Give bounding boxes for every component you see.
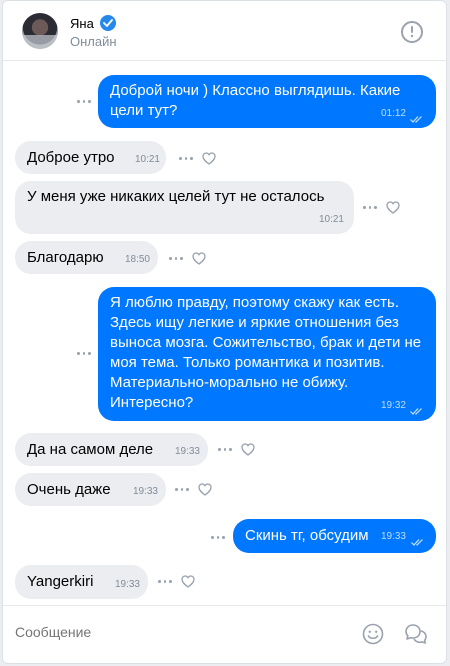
avatar[interactable] <box>22 13 58 49</box>
chat-header: Яна Онлайн <box>3 1 446 61</box>
double-check-icon <box>410 116 422 123</box>
message-time: 19:33 <box>114 579 140 590</box>
heart-icon[interactable] <box>386 201 400 214</box>
heart-icon[interactable] <box>241 443 255 456</box>
message-outgoing[interactable]: Я люблю правду, поэтому скажу как есть. … <box>98 287 436 421</box>
message-text: Скинь тг, обсудим <box>245 527 369 544</box>
message-text: Очень даже <box>27 481 111 498</box>
message-composer <box>3 605 446 663</box>
smile-icon[interactable] <box>362 623 384 645</box>
more-dots-icon[interactable] <box>175 488 190 492</box>
message-text: Я люблю правду, поэтому скажу как есть. … <box>110 294 422 411</box>
contact-name-row: Яна <box>70 15 116 31</box>
online-status: Онлайн <box>70 34 117 49</box>
message-text: Благодарю <box>27 249 104 266</box>
message-time: 10:21 <box>318 214 344 225</box>
more-dots-icon[interactable] <box>158 580 173 584</box>
message-text: Доброе утро <box>27 149 115 166</box>
heart-icon[interactable] <box>181 575 195 588</box>
contact-name[interactable]: Яна <box>70 16 94 31</box>
chat-window: Яна Онлайн Доброй ночи ) Классно выгляди… <box>2 0 447 664</box>
message-time: 10:21 <box>134 154 160 165</box>
double-check-icon <box>410 408 422 415</box>
more-dots-icon[interactable] <box>211 536 226 540</box>
message-list[interactable]: Доброй ночи ) Классно выглядишь. Какие ц… <box>3 62 446 606</box>
alert-circle-icon[interactable] <box>401 21 423 43</box>
heart-icon[interactable] <box>192 252 206 265</box>
heart-icon[interactable] <box>198 483 212 496</box>
message-time: 19:33 <box>132 486 158 497</box>
message-incoming[interactable]: Да на самом деле 19:33 <box>15 433 208 466</box>
double-check-icon <box>411 539 423 546</box>
heart-icon[interactable] <box>202 152 216 165</box>
message-time: 19:33 <box>380 531 406 542</box>
message-incoming[interactable]: Yangerkiri 19:33 <box>15 565 148 599</box>
chat-bubbles-icon[interactable] <box>404 623 428 645</box>
more-dots-icon[interactable] <box>77 352 92 356</box>
message-incoming[interactable]: У меня уже никаких целей тут не осталось… <box>15 181 354 234</box>
message-incoming[interactable]: Очень даже 19:33 <box>15 473 166 506</box>
message-time: 01:12 <box>380 108 406 119</box>
message-text: Yangerkiri <box>27 573 94 590</box>
message-text: Доброй ночи ) Классно выглядишь. Какие ц… <box>110 82 401 119</box>
message-outgoing[interactable]: Доброй ночи ) Классно выглядишь. Какие ц… <box>98 75 436 128</box>
more-dots-icon[interactable] <box>169 257 184 261</box>
message-time: 19:32 <box>380 400 406 411</box>
message-time: 18:50 <box>124 254 150 265</box>
message-text: У меня уже никаких целей тут не осталось <box>27 188 325 205</box>
message-time: 19:33 <box>174 446 200 457</box>
verified-check-icon <box>99 15 116 31</box>
message-outgoing[interactable]: Скинь тг, обсудим 19:33 <box>233 519 436 553</box>
message-text: Да на самом деле <box>27 441 154 458</box>
message-incoming[interactable]: Доброе утро 10:21 <box>15 141 166 174</box>
more-dots-icon[interactable] <box>77 100 92 104</box>
more-dots-icon[interactable] <box>218 448 233 452</box>
message-input[interactable] <box>15 624 335 640</box>
more-dots-icon[interactable] <box>179 157 194 161</box>
more-dots-icon[interactable] <box>363 206 378 210</box>
message-incoming[interactable]: Благодарю 18:50 <box>15 241 158 274</box>
